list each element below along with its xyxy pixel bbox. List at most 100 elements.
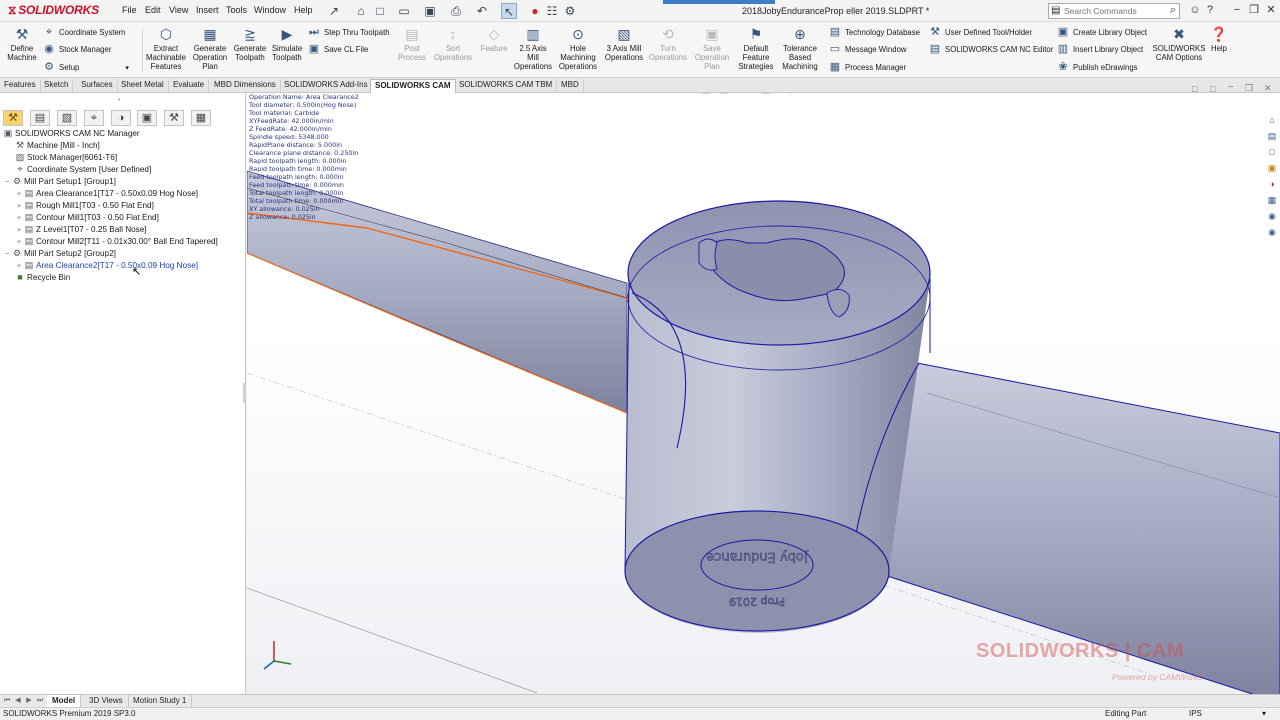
file-explorer-icon[interactable]: □ bbox=[1265, 145, 1279, 159]
design-library-icon[interactable]: ▤ bbox=[1265, 129, 1279, 143]
zoom-to-area-icon[interactable]: ⌕ bbox=[663, 93, 677, 97]
custom-properties-icon[interactable]: ▦ bbox=[1265, 193, 1279, 207]
pin-icon[interactable]: ↗ bbox=[326, 3, 342, 19]
propeller-model-3d[interactable]: Joby Endurance Prop 2019 bbox=[247, 93, 1280, 694]
user-icon[interactable]: ☺ bbox=[1188, 3, 1202, 17]
tab-mbd-dimensions[interactable]: MBD Dimensions bbox=[210, 79, 281, 92]
graphics-area[interactable]: Joby Endurance Prop 2019 Operation Name:… bbox=[247, 93, 1280, 694]
tree-recycle-bin[interactable]: ■ Recycle Bin bbox=[15, 271, 70, 283]
tree-machine[interactable]: ⚒ Machine [Mill - Inch] bbox=[15, 139, 100, 151]
menu-tools[interactable]: Tools bbox=[226, 5, 247, 15]
prev-tab-icon[interactable]: ◀ bbox=[13, 696, 23, 706]
app-logo[interactable]: ⧖ SOLIDWORKS bbox=[8, 3, 99, 18]
tab-features[interactable]: Features bbox=[0, 79, 41, 92]
save-operation-plan-button[interactable]: ▣ Save Operation Plan bbox=[690, 26, 734, 71]
close-icon[interactable]: ✕ bbox=[1264, 3, 1278, 17]
file-properties-icon[interactable]: ☷ bbox=[544, 3, 560, 19]
last-tab-icon[interactable]: ⏭ bbox=[35, 696, 45, 706]
menu-edit[interactable]: Edit bbox=[145, 5, 161, 15]
tree-op-z-level1[interactable]: + ▤ Z Level1[T07 - 0.25 Ball Nose] bbox=[15, 223, 147, 235]
tolerance-based-machining-button[interactable]: ⊕ Tolerance Based Machining bbox=[778, 26, 822, 71]
undo-icon[interactable]: ↶ bbox=[474, 3, 490, 19]
technology-database-button[interactable]: ▤ Technology Database bbox=[828, 24, 920, 40]
3d-content-icon[interactable]: ◉ bbox=[1265, 225, 1279, 239]
tree-op-contour-mill1[interactable]: + ▤ Contour Mill1[T03 - 0.50 Flat End] bbox=[15, 211, 159, 223]
options-gear-icon[interactable]: ⚙ bbox=[562, 3, 578, 19]
pane-grip-icon[interactable]: • bbox=[118, 97, 120, 104]
cam-feature-tree-tab-icon[interactable]: ⚒ bbox=[3, 110, 23, 126]
configuration-tab-icon[interactable]: ▧ bbox=[57, 110, 77, 126]
step-thru-toolpath-button[interactable]: ⏭ Step Thru Toolpath bbox=[307, 24, 390, 40]
view-settings-icon[interactable]: ▭ bbox=[849, 93, 863, 97]
viewport-min-icon[interactable]: − bbox=[1228, 82, 1234, 93]
edit-appearance-icon[interactable]: ◑ bbox=[807, 93, 821, 97]
tab-3d-views[interactable]: 3D Views bbox=[84, 695, 129, 707]
save-cl-file-button[interactable]: ▣ Save CL File bbox=[307, 41, 369, 57]
viewport-close-icon[interactable]: ✕ bbox=[1264, 83, 1272, 94]
home-icon[interactable]: ⌂ bbox=[353, 3, 369, 19]
setup-button[interactable]: ⚙ Setup ▾ bbox=[42, 59, 129, 75]
hide-show-items-icon[interactable]: ◉ bbox=[783, 93, 797, 97]
forum-icon[interactable]: ◉ bbox=[1265, 209, 1279, 223]
hole-machining-button[interactable]: ⊙ Hole Machining Operations bbox=[556, 26, 600, 71]
apply-scene-icon[interactable]: ◐ bbox=[825, 93, 839, 97]
viewport-tile-icon[interactable]: □ bbox=[1192, 84, 1197, 94]
menu-insert[interactable]: Insert bbox=[196, 5, 219, 15]
tab-solidworks-cam-tbm[interactable]: SOLIDWORKS CAM TBM bbox=[455, 79, 558, 92]
collapse-icon[interactable]: − bbox=[3, 249, 11, 261]
insert-library-object-button[interactable]: ▥ Insert Library Object bbox=[1056, 41, 1143, 57]
status-options-icon[interactable]: ▾ bbox=[1262, 709, 1266, 718]
zoom-to-fit-icon[interactable]: ⌕ bbox=[645, 93, 659, 97]
tab-sketch[interactable]: Sketch bbox=[40, 79, 74, 92]
search-commands-box[interactable]: ▤ ⌕ bbox=[1048, 3, 1180, 19]
dimxpert-tab-icon[interactable]: ⌖ bbox=[84, 110, 104, 126]
nc-editor-button[interactable]: ▤ SOLIDWORKS CAM NC Editor bbox=[928, 41, 1054, 57]
cam-tolerance-tree-tab-icon[interactable]: ▦ bbox=[191, 110, 211, 126]
cam-tool-tree-tab-icon[interactable]: ⚒ bbox=[164, 110, 184, 126]
tree-op-contour-mill2[interactable]: + ▤ Contour Mill2[T11 - 0.01x30.00° Ball E… bbox=[15, 235, 218, 247]
view-triad[interactable] bbox=[263, 641, 292, 670]
axis-3-mill-button[interactable]: ▧ 3 Axis Mill Operations bbox=[602, 26, 646, 62]
extract-features-button[interactable]: ⬡ Extract Machinable Features bbox=[144, 26, 188, 71]
save-icon[interactable]: ▣ bbox=[422, 3, 438, 19]
traffic-light-icon[interactable]: ● bbox=[527, 3, 543, 19]
appearances-icon[interactable]: ◑ bbox=[1265, 177, 1279, 191]
cam-options-button[interactable]: ✖ SOLIDWORKS CAM Options bbox=[1152, 26, 1206, 62]
viewport-restore-icon[interactable]: ❐ bbox=[1245, 83, 1253, 94]
section-view-icon[interactable]: ▧ bbox=[699, 93, 713, 97]
minimize-icon[interactable]: − bbox=[1230, 3, 1244, 17]
tab-motion-study-1[interactable]: Motion Study 1 bbox=[128, 695, 193, 707]
search-input[interactable] bbox=[1064, 5, 1164, 17]
generate-toolpath-button[interactable]: ⪎ Generate Toolpath bbox=[231, 26, 269, 62]
sort-operations-button[interactable]: ↕ Sort Operations bbox=[432, 26, 474, 62]
print-icon[interactable]: ⎙ bbox=[448, 3, 464, 19]
tree-op-area-clearance1[interactable]: + ▤ Area Clearance1[T17 - 0.50x0.09 Hog No… bbox=[15, 187, 198, 199]
tree-op-area-clearance2[interactable]: + ▤ Area Clearance2[T17 - 0.50x0.09 Hog No… bbox=[15, 259, 198, 271]
stock-manager-button[interactable]: ◉ Stock Manager bbox=[42, 41, 111, 57]
collapse-icon[interactable]: − bbox=[3, 177, 11, 189]
view-palette-icon[interactable]: ▣ bbox=[1265, 161, 1279, 175]
view-orientation-icon[interactable]: ⬡ bbox=[735, 93, 749, 97]
open-folder-icon[interactable]: ▭ bbox=[396, 3, 412, 19]
units-selector[interactable]: IPS bbox=[1189, 709, 1202, 718]
display-manager-tab-icon[interactable]: ◑ bbox=[111, 110, 131, 126]
process-manager-button[interactable]: ▦ Process Manager bbox=[828, 59, 906, 75]
display-style-icon[interactable]: ▣ bbox=[759, 93, 773, 97]
generate-operation-plan-button[interactable]: ▦ Generate Operation Plan bbox=[189, 26, 231, 71]
tree-coordinate-system[interactable]: ⌖ Coordinate System [User Defined] bbox=[15, 163, 151, 175]
tab-model[interactable]: Model bbox=[47, 695, 82, 707]
tab-solidworks-cam[interactable]: SOLIDWORKS CAM bbox=[370, 79, 456, 93]
menu-view[interactable]: View bbox=[169, 5, 188, 15]
tab-evaluate[interactable]: Evaluate bbox=[169, 79, 210, 92]
post-process-button[interactable]: ▤ Post Process bbox=[394, 26, 430, 62]
hub-bottom-face[interactable] bbox=[624, 510, 890, 632]
turn-operations-button[interactable]: ⟲ Turn Operations bbox=[648, 26, 688, 62]
menu-file[interactable]: File bbox=[122, 5, 137, 15]
create-library-object-button[interactable]: ▣ Create Library Object bbox=[1056, 24, 1147, 40]
previous-view-icon[interactable]: ↶ bbox=[681, 93, 695, 97]
menu-help[interactable]: Help bbox=[294, 5, 313, 15]
solidworks-resources-icon[interactable]: ⌂ bbox=[1265, 113, 1279, 127]
tab-solidworks-add-ins[interactable]: SOLIDWORKS Add-Ins bbox=[280, 79, 373, 92]
help-question-icon[interactable]: ? bbox=[1203, 3, 1217, 17]
first-tab-icon[interactable]: ⏮ bbox=[2, 696, 12, 706]
